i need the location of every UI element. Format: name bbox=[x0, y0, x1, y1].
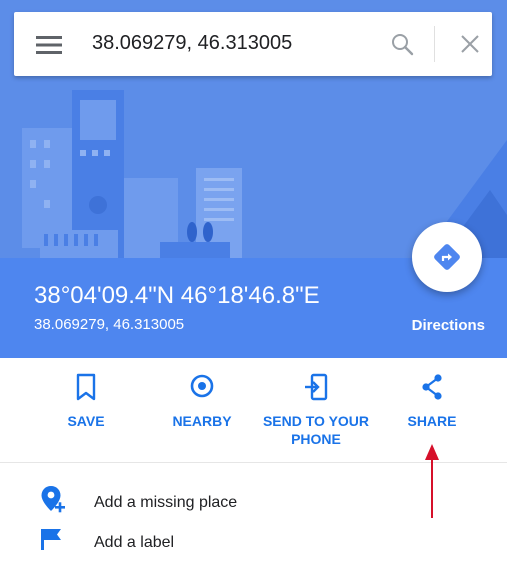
directions-button[interactable] bbox=[412, 222, 482, 292]
place-header: 38.069279, 46.313005 38°04'09.4"N 46°18'… bbox=[0, 0, 507, 358]
add-label-item[interactable]: Add a label bbox=[0, 524, 507, 564]
add-place-pin-icon bbox=[41, 486, 65, 513]
directions-icon bbox=[434, 244, 460, 270]
search-divider bbox=[434, 26, 435, 62]
send-to-phone-icon bbox=[305, 373, 328, 401]
save-label: SAVE bbox=[67, 413, 105, 429]
nearby-pin-icon bbox=[190, 374, 214, 398]
label-flag-icon bbox=[41, 529, 61, 550]
add-label-label: Add a label bbox=[94, 534, 175, 551]
save-button[interactable]: SAVE bbox=[26, 372, 146, 430]
nearby-button[interactable]: NEARBY bbox=[142, 372, 262, 430]
annotation-arrow bbox=[425, 444, 439, 518]
close-icon[interactable] bbox=[460, 34, 480, 54]
coordinates-decimal: 38.069279, 46.313005 bbox=[34, 316, 185, 333]
nearby-label: NEARBY bbox=[172, 413, 232, 429]
coordinates-dms: 38°04'09.4"N 46°18'46.8"E bbox=[34, 282, 320, 309]
share-button[interactable]: SHARE bbox=[372, 372, 492, 430]
add-missing-place-label: Add a missing place bbox=[94, 494, 238, 511]
send-to-phone-button[interactable]: SEND TO YOUR PHONE bbox=[256, 372, 376, 448]
share-label: SHARE bbox=[407, 413, 457, 429]
directions-label[interactable]: Directions bbox=[412, 317, 485, 334]
send-to-phone-label: SEND TO YOUR PHONE bbox=[262, 413, 370, 447]
search-bar[interactable]: 38.069279, 46.313005 bbox=[14, 12, 492, 76]
bookmark-icon bbox=[76, 373, 96, 401]
search-icon[interactable] bbox=[390, 32, 414, 56]
search-query[interactable]: 38.069279, 46.313005 bbox=[92, 32, 292, 55]
share-icon bbox=[422, 374, 442, 400]
menu-icon[interactable] bbox=[36, 36, 62, 54]
